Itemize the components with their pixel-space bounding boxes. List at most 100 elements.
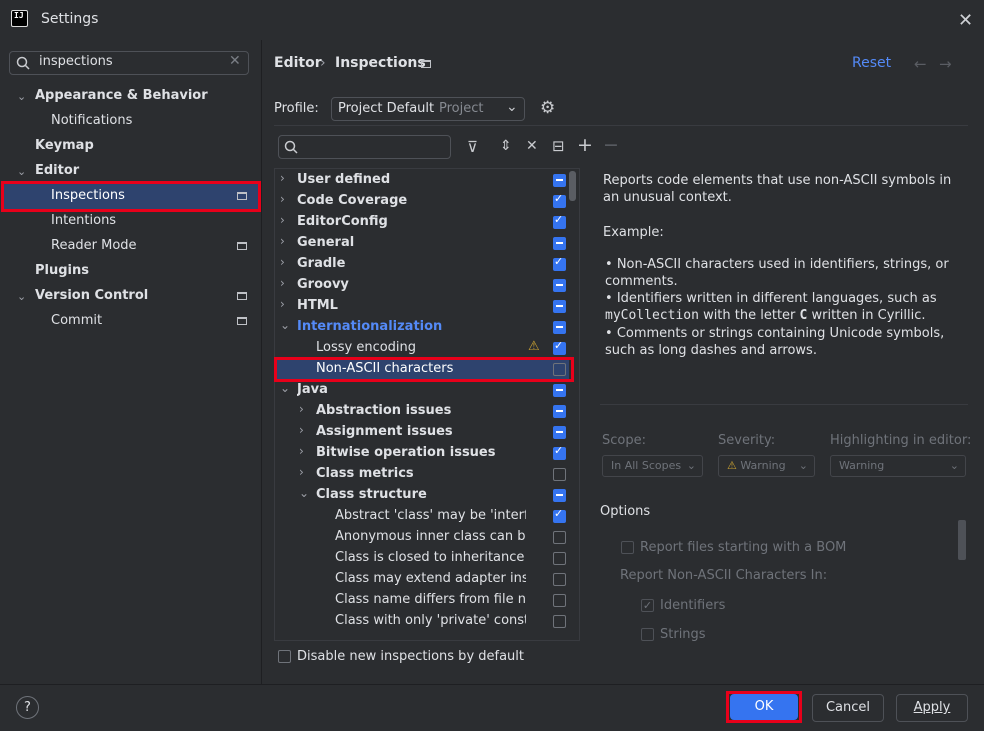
- tree-row-label[interactable]: Java: [297, 382, 526, 397]
- tree-row-label[interactable]: Bitwise operation issues: [316, 445, 526, 460]
- expand-all-icon[interactable]: ⇕: [500, 138, 512, 154]
- sidebar-item-plugins[interactable]: Plugins: [35, 259, 89, 283]
- tree-row-checkbox[interactable]: [553, 192, 566, 208]
- tree-row-checkbox[interactable]: [553, 507, 566, 523]
- sidebar-item-appearance[interactable]: Appearance & Behavior: [35, 84, 208, 108]
- chevron-right-icon[interactable]: ›: [299, 465, 304, 479]
- tree-row-label[interactable]: Assignment issues: [316, 424, 526, 439]
- tree-row-label[interactable]: User defined: [297, 172, 526, 187]
- tree-row-label[interactable]: Class name differs from file na: [335, 592, 526, 607]
- tree-row-checkbox[interactable]: [553, 321, 566, 334]
- chevron-down-icon[interactable]: ⌄: [280, 318, 290, 332]
- tree-row-checkbox[interactable]: [553, 489, 566, 502]
- tree-row-label[interactable]: Gradle: [297, 256, 526, 271]
- reset-link[interactable]: Reset: [852, 55, 891, 71]
- clear-search-icon[interactable]: ✕: [229, 53, 241, 69]
- tree-row-label[interactable]: Anonymous inner class can be: [335, 529, 526, 544]
- tree-row-label[interactable]: Groovy: [297, 277, 526, 292]
- chevron-down-icon[interactable]: ⌄: [17, 90, 26, 103]
- sidebar-item-notifications[interactable]: Notifications: [51, 109, 132, 133]
- disable-new-checkbox[interactable]: [278, 650, 291, 663]
- tree-row-checkbox[interactable]: [553, 594, 566, 607]
- cancel-button[interactable]: Cancel: [812, 694, 884, 722]
- chevron-right-icon[interactable]: ›: [280, 213, 285, 227]
- tree-row-checkbox[interactable]: [553, 444, 566, 460]
- chevron-right-icon[interactable]: ›: [280, 234, 285, 248]
- tree-row-checkbox[interactable]: [553, 384, 566, 397]
- description-bullet: • Identifiers written in different langu…: [605, 291, 937, 323]
- tree-row-checkbox[interactable]: [553, 174, 566, 187]
- tree-row-label[interactable]: Class structure: [316, 487, 526, 502]
- ok-button[interactable]: OK: [730, 694, 798, 720]
- tree-row-label[interactable]: General: [297, 235, 526, 250]
- intellij-app-icon: IJ: [11, 10, 28, 27]
- breadcrumb-editor[interactable]: Editor: [274, 55, 322, 71]
- sidebar-item-version-control[interactable]: Version Control: [35, 284, 148, 308]
- tree-row-checkbox[interactable]: [553, 279, 566, 292]
- add-icon[interactable]: +: [577, 134, 593, 156]
- chevron-right-icon[interactable]: ›: [280, 276, 285, 290]
- tree-row-label[interactable]: Abstract 'class' may be 'interfa: [335, 508, 526, 523]
- sidebar-item-commit[interactable]: Commit: [51, 309, 102, 333]
- chevron-right-icon[interactable]: ›: [280, 297, 285, 311]
- help-button[interactable]: ?: [16, 696, 39, 719]
- collapse-all-icon[interactable]: ✕: [526, 138, 538, 154]
- remove-icon[interactable]: −: [603, 134, 619, 156]
- tree-row-checkbox[interactable]: [553, 531, 566, 544]
- tree-filter-input[interactable]: [278, 135, 451, 159]
- back-arrow-icon[interactable]: ←: [914, 55, 927, 73]
- chevron-right-icon[interactable]: ›: [299, 444, 304, 458]
- scope-dropdown[interactable]: In All Scopes ⌄: [602, 455, 703, 477]
- filter-icon[interactable]: ⊽: [467, 138, 478, 156]
- options-scrollbar[interactable]: [958, 520, 966, 560]
- chevron-right-icon[interactable]: ›: [280, 171, 285, 185]
- bom-checkbox[interactable]: [621, 541, 634, 554]
- chevron-down-icon: ⌄: [506, 99, 518, 115]
- tree-row-checkbox[interactable]: [553, 405, 566, 418]
- tree-row-checkbox[interactable]: [553, 552, 566, 565]
- sidebar-item-editor[interactable]: Editor: [35, 159, 79, 183]
- tree-row-checkbox[interactable]: [553, 300, 566, 313]
- tree-row-checkbox[interactable]: [553, 255, 566, 271]
- sidebar-item-keymap[interactable]: Keymap: [35, 134, 94, 158]
- tree-row-label[interactable]: Class with only 'private' constr: [335, 613, 526, 628]
- tree-row-label[interactable]: Lossy encoding: [316, 340, 526, 355]
- tree-row-label[interactable]: Code Coverage: [297, 193, 526, 208]
- tree-scrollbar[interactable]: [569, 171, 576, 201]
- gear-icon[interactable]: ⚙: [540, 98, 555, 118]
- tree-row-checkbox[interactable]: [553, 339, 566, 355]
- tree-row-checkbox[interactable]: [553, 237, 566, 250]
- project-scope-icon: [421, 60, 431, 68]
- tree-row-checkbox[interactable]: [553, 213, 566, 229]
- chevron-down-icon[interactable]: ⌄: [299, 486, 309, 500]
- apply-button[interactable]: Apply: [896, 694, 968, 722]
- tree-row-label[interactable]: EditorConfig: [297, 214, 526, 229]
- sidebar-item-intentions[interactable]: Intentions: [51, 209, 116, 233]
- identifiers-checkbox[interactable]: ✓: [641, 599, 654, 612]
- chevron-down-icon[interactable]: ⌄: [17, 290, 26, 303]
- chevron-down-icon[interactable]: ⌄: [280, 381, 290, 395]
- tree-row-label[interactable]: Class metrics: [316, 466, 526, 481]
- tree-row-checkbox[interactable]: [553, 615, 566, 628]
- strings-checkbox[interactable]: [641, 628, 654, 641]
- tree-row-checkbox[interactable]: [553, 426, 566, 439]
- tree-row-label[interactable]: Class may extend adapter inst: [335, 571, 526, 586]
- tree-row-label[interactable]: Internationalization: [297, 319, 526, 334]
- tree-row-label[interactable]: Abstraction issues: [316, 403, 526, 418]
- reset-to-default-icon[interactable]: ⊟: [552, 137, 565, 155]
- forward-arrow-icon[interactable]: →: [939, 55, 952, 73]
- tree-row-checkbox[interactable]: [553, 468, 566, 481]
- tree-row-checkbox[interactable]: [553, 573, 566, 586]
- close-icon[interactable]: ✕: [958, 10, 973, 31]
- chevron-right-icon[interactable]: ›: [280, 255, 285, 269]
- tree-row-label[interactable]: Class is closed to inheritance: [335, 550, 526, 565]
- severity-dropdown[interactable]: ⚠ Warning ⌄: [718, 455, 815, 477]
- chevron-down-icon[interactable]: ⌄: [17, 165, 26, 178]
- chevron-right-icon[interactable]: ›: [299, 423, 304, 437]
- sidebar-item-inspections[interactable]: Inspections: [51, 184, 125, 208]
- highlighting-dropdown[interactable]: Warning ⌄: [830, 455, 966, 477]
- tree-row-label[interactable]: HTML: [297, 298, 526, 313]
- sidebar-item-reader-mode[interactable]: Reader Mode: [51, 234, 137, 258]
- chevron-right-icon[interactable]: ›: [299, 402, 304, 416]
- chevron-right-icon[interactable]: ›: [280, 192, 285, 206]
